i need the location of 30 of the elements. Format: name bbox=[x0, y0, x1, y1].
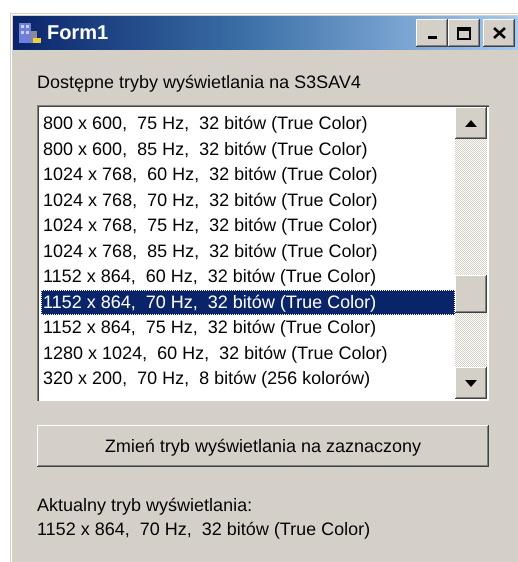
window-title: Form1 bbox=[47, 22, 110, 44]
minimize-icon bbox=[428, 36, 436, 39]
mode-item[interactable]: 1024 x 768, 85 Hz, 32 bitów (True Color) bbox=[41, 238, 455, 264]
scroll-up-button[interactable] bbox=[455, 107, 487, 139]
mode-item[interactable]: 320 x 200, 70 Hz, 8 bitów (256 kolorów) bbox=[41, 366, 455, 392]
scrollbar[interactable] bbox=[455, 107, 487, 399]
apply-button[interactable]: Zmień tryb wyświetlania na zaznaczony bbox=[37, 425, 489, 467]
mode-item[interactable]: 1152 x 864, 75 Hz, 32 bitów (True Color) bbox=[41, 315, 455, 340]
current-mode-value: 1152 x 864, 70 Hz, 32 bitów (True Color) bbox=[37, 518, 372, 541]
close-button[interactable] bbox=[483, 19, 515, 47]
scroll-down-button[interactable] bbox=[455, 367, 487, 399]
up-arrow-icon bbox=[465, 120, 477, 126]
mode-list[interactable] bbox=[37, 105, 489, 401]
maximize-button[interactable] bbox=[448, 19, 480, 47]
mode-item[interactable]: 1024 x 768, 75 Hz, 32 bitów (True Color) bbox=[41, 213, 455, 238]
mode-item[interactable]: 1152 x 864, 60 Hz, 32 bitów (True Color) bbox=[41, 264, 455, 290]
close-icon bbox=[492, 27, 506, 39]
maximize-icon bbox=[457, 26, 471, 40]
mode-item[interactable]: 1024 x 768, 70 Hz, 32 bitów (True Color) bbox=[41, 188, 455, 213]
down-arrow-icon bbox=[465, 380, 477, 386]
minimize-button[interactable] bbox=[416, 19, 448, 47]
building-icon bbox=[17, 21, 43, 45]
mode-item[interactable]: 800 x 600, 85 Hz, 32 bitów (True Color) bbox=[41, 136, 455, 162]
scroll-thumb[interactable] bbox=[455, 275, 487, 313]
mode-item[interactable]: 800 x 600, 75 Hz, 32 bitów (True Color) bbox=[41, 111, 455, 136]
mode-item[interactable]: 1280 x 1024, 60 Hz, 32 bitów (True Color) bbox=[41, 340, 455, 366]
current-mode-label: Aktualny tryb wyświetlania: bbox=[37, 494, 254, 517]
list-label: Dostępne tryby wyświetlania na S3SAV4 bbox=[37, 72, 362, 93]
mode-item[interactable]: 1024 x 768, 60 Hz, 32 bitów (True Color) bbox=[41, 162, 455, 188]
mode-item[interactable]: 1152 x 864, 70 Hz, 32 bitów (True Color) bbox=[41, 290, 455, 315]
